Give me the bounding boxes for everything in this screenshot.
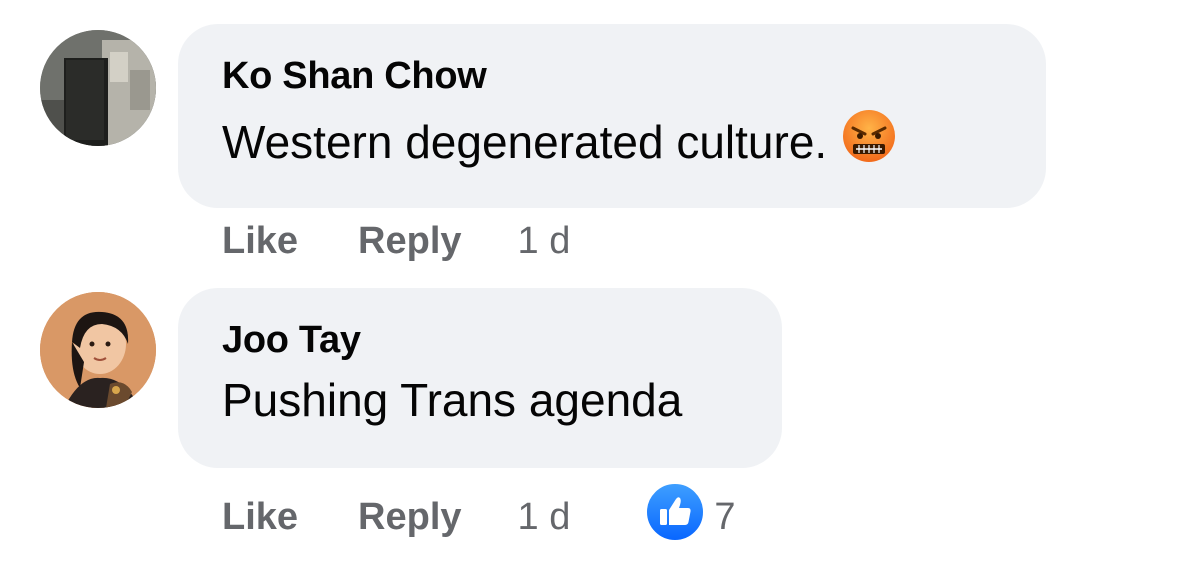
comment-actions: Like Reply 1 d 7 — [222, 482, 736, 542]
like-button[interactable]: Like — [222, 496, 298, 539]
like-button[interactable]: Like — [222, 220, 298, 263]
comment-author[interactable]: Joo Tay — [222, 318, 738, 362]
comment-bubble: Ko Shan Chow Western degenerated culture… — [178, 24, 1046, 208]
reaction-summary[interactable]: 7 — [644, 481, 736, 553]
avatar[interactable] — [40, 292, 156, 408]
comment-text: Pushing Trans agenda — [222, 374, 683, 426]
timestamp[interactable]: 1 d — [518, 496, 571, 539]
thumbs-up-icon — [644, 481, 706, 553]
comment-text-content: Western degenerated culture. — [222, 116, 828, 168]
reply-button[interactable]: Reply — [358, 220, 461, 263]
comment-bubble: Joo Tay Pushing Trans agenda — [178, 288, 782, 468]
avatar[interactable] — [40, 30, 156, 146]
reaction-count: 7 — [714, 495, 736, 538]
timestamp[interactable]: 1 d — [518, 220, 571, 263]
angry-face-icon — [841, 108, 897, 176]
comment-text: Western degenerated culture. — [222, 108, 1002, 176]
reply-button[interactable]: Reply — [358, 496, 461, 539]
comment-author[interactable]: Ko Shan Chow — [222, 54, 1002, 98]
comment-actions: Like Reply 1 d — [222, 216, 570, 266]
